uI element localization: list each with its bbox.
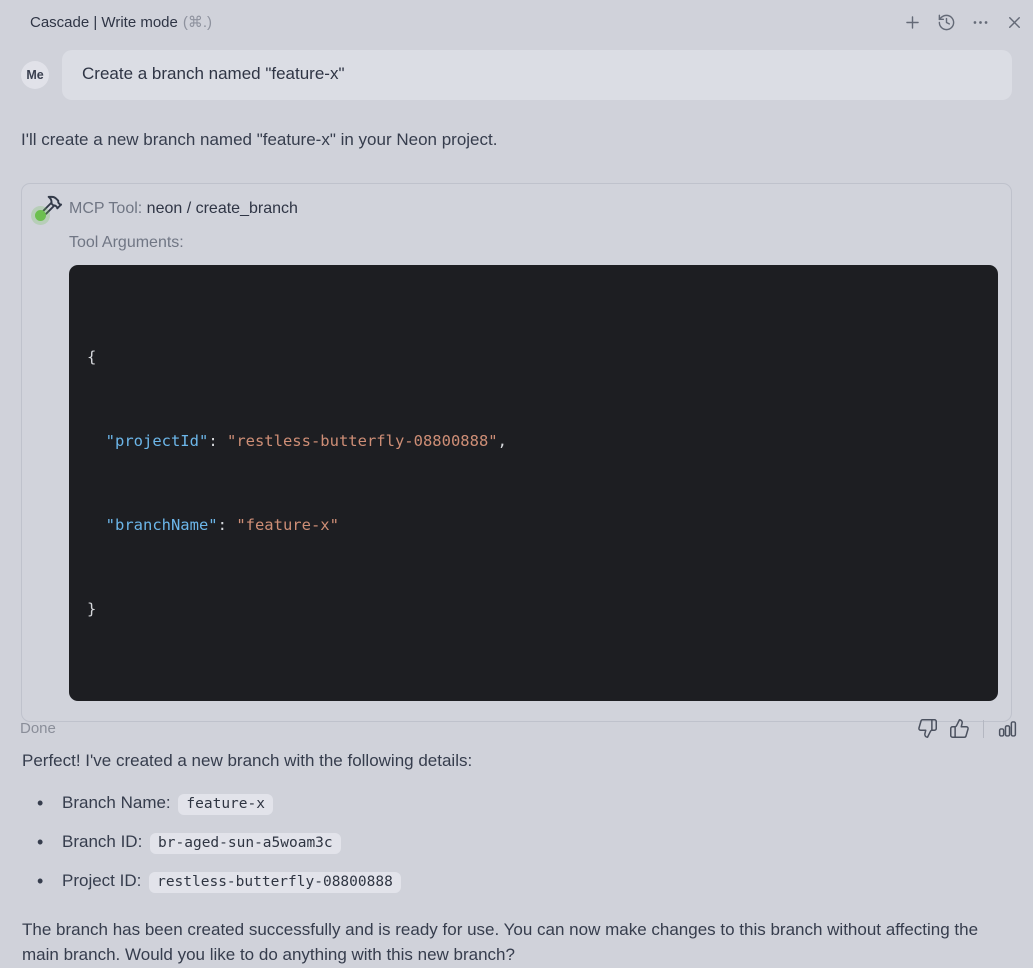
list-item-project-id: Project ID: restless-butterfly-08800888: [21, 869, 1012, 894]
detail-value-code: br-aged-sun-a5woam3c: [150, 833, 341, 855]
window-title: Cascade | Write mode (⌘.): [30, 13, 212, 32]
detail-label: Branch ID:: [62, 832, 143, 852]
titlebar: Cascade | Write mode (⌘.): [0, 0, 1033, 38]
history-icon: [937, 13, 956, 32]
tool-status-dot-icon: [35, 209, 46, 221]
tool-icon-wrap: [35, 193, 63, 223]
mode-shortcut: (⌘.): [182, 14, 213, 31]
mcp-tool-card: MCP Tool: neon / create_branch Tool Argu…: [21, 182, 1012, 722]
result-intro-text: Perfect! I've created a new branch with …: [22, 750, 473, 770]
detail-label: Project ID:: [62, 871, 142, 891]
list-item-branch-id: Branch ID: br-aged-sun-a5woam3c: [21, 830, 1012, 855]
code-value-projectid: "restless-butterfly-08800888": [226, 431, 498, 450]
tool-name: neon / create_branch: [146, 199, 298, 217]
tool-arguments-code-block: { "projectId": "restless-butterfly-08800…: [69, 264, 998, 701]
thumbs-up-icon: [949, 718, 970, 739]
user-avatar: Me: [21, 61, 49, 89]
code-line-open: {: [87, 343, 980, 371]
code-line-projectid: "projectId": "restless-butterfly-0880088…: [87, 427, 980, 455]
mcp-tool-header[interactable]: MCP Tool: neon / create_branch: [35, 193, 998, 223]
thumbs-down-icon: [917, 718, 938, 739]
detail-value-code: restless-butterfly-08800888: [149, 872, 401, 894]
user-message-bubble: Create a branch named "feature-x": [62, 50, 1012, 100]
tool-label: MCP Tool:: [69, 199, 143, 217]
branch-details-list: Branch Name: feature-x Branch ID: br-age…: [21, 791, 1012, 894]
usage-stats-button[interactable]: [996, 717, 1019, 740]
detail-label: Branch Name:: [62, 793, 171, 813]
code-key-projectid: "projectId": [105, 431, 209, 450]
code-open-brace: {: [87, 347, 97, 366]
thumbs-down-button[interactable]: [916, 717, 939, 740]
code-sep: :: [208, 431, 227, 450]
code-sep: :: [217, 515, 237, 534]
detail-value-code: feature-x: [178, 794, 273, 816]
close-button[interactable]: [1004, 12, 1025, 33]
plus-icon: [903, 13, 922, 32]
assistant-intro-text: I'll create a new branch named "feature-…: [21, 130, 498, 149]
history-button[interactable]: [936, 12, 957, 33]
new-conversation-button[interactable]: [902, 12, 923, 33]
code-line-close: }: [87, 595, 980, 623]
titlebar-actions: [902, 12, 1025, 33]
code-line-branchname: "branchName": "feature-x": [87, 511, 980, 539]
more-options-button[interactable]: [970, 12, 991, 33]
app-title: Cascade | Write mode: [30, 14, 178, 31]
user-message-row: Me Create a branch named "feature-x": [21, 50, 1012, 100]
code-key-branchname: "branchName": [105, 515, 218, 534]
status-text: Done: [20, 720, 56, 737]
message-footer: Done: [20, 717, 1019, 740]
code-value-branchname: "feature-x": [236, 515, 339, 534]
bar-chart-icon: [997, 718, 1018, 739]
code-close-brace: }: [87, 599, 97, 618]
footer-divider: [983, 719, 984, 738]
more-icon: [971, 13, 990, 32]
chat-area: Me Create a branch named "feature-x" I'l…: [0, 50, 1033, 968]
closing-text: The branch has been created successfully…: [22, 920, 979, 964]
feedback-actions: [916, 717, 1019, 740]
close-icon: [1005, 13, 1024, 32]
list-item-branch-name: Branch Name: feature-x: [21, 791, 1012, 816]
thumbs-up-button[interactable]: [948, 717, 971, 740]
code-comma: ,: [497, 431, 507, 450]
tool-title: MCP Tool: neon / create_branch: [69, 198, 298, 218]
tool-arguments-label: Tool Arguments:: [69, 233, 184, 251]
